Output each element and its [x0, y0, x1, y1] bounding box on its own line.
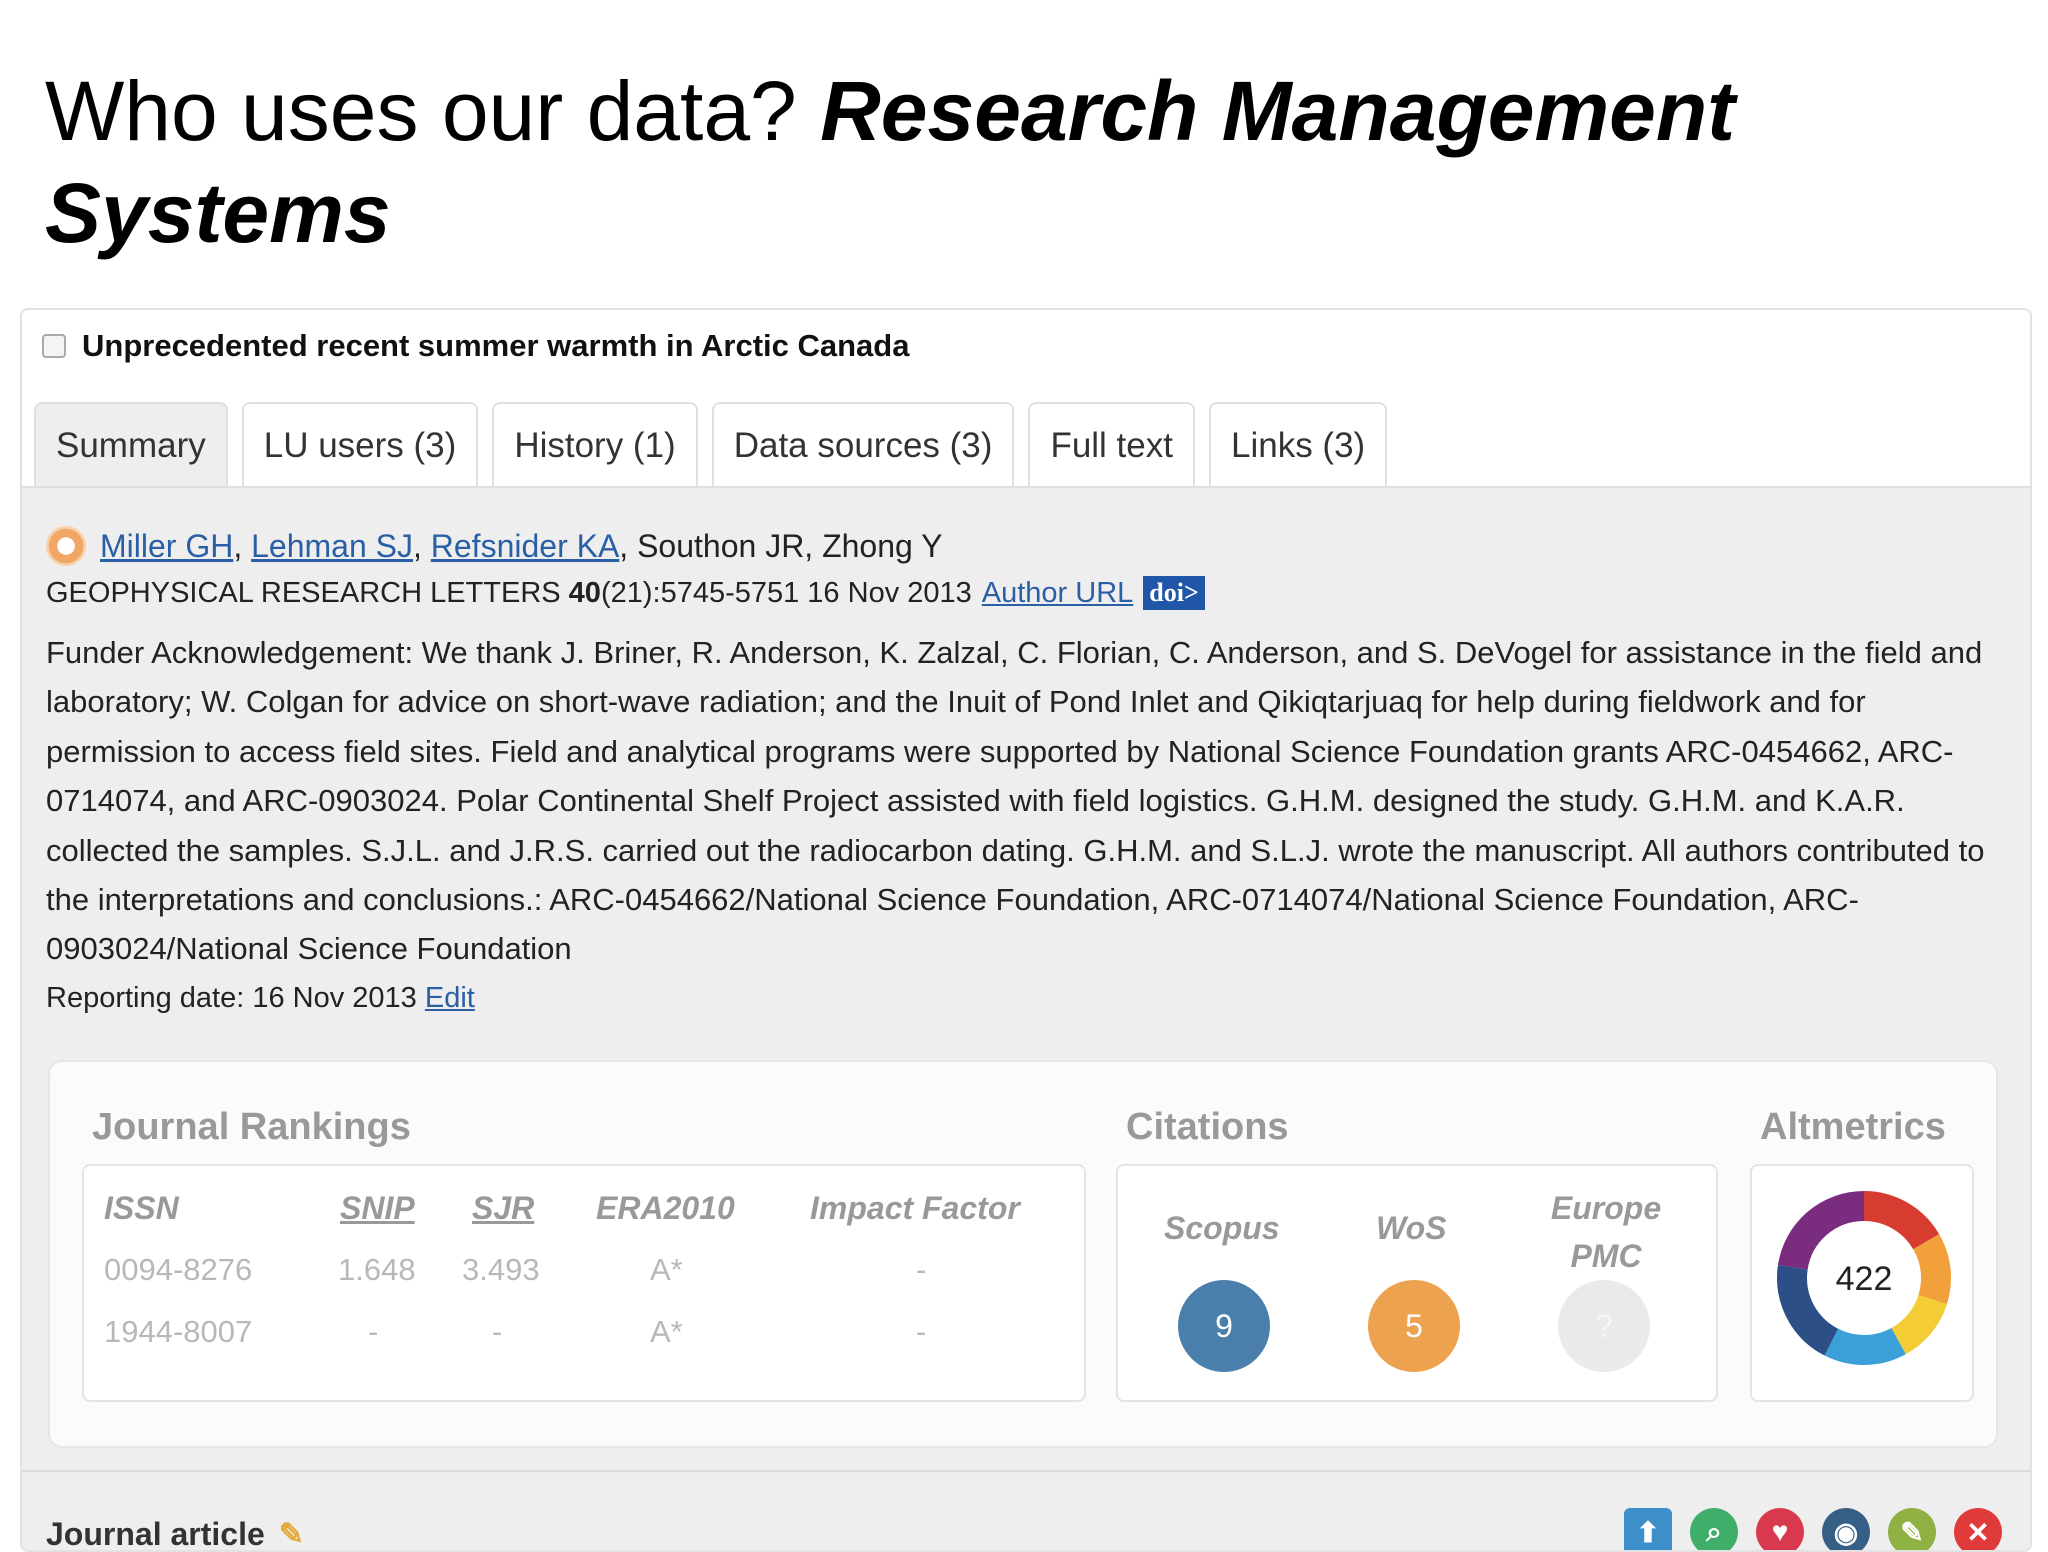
journal-rankings-title: Journal Rankings	[92, 1106, 411, 1148]
article-type: Journal article ✎	[46, 1516, 304, 1552]
funder-acknowledgement: Funder Acknowledgement: We thank J. Brin…	[46, 635, 1985, 967]
record-header: Unprecedented recent summer warmth in Ar…	[42, 328, 909, 364]
altmetric-donut-icon	[46, 526, 86, 566]
upload-icon[interactable]: ⬆	[1624, 1508, 1672, 1550]
table-cell: A*	[650, 1252, 683, 1287]
tab-summary[interactable]: Summary	[34, 402, 228, 488]
journal-volume: 40	[568, 576, 601, 609]
altmetrics-title: Altmetrics	[1760, 1106, 1946, 1148]
article-type-label: Journal article	[46, 1516, 265, 1552]
citation-line: GEOPHYSICAL RESEARCH LETTERS 40 (21):5745…	[46, 576, 1205, 610]
scopus-count-badge[interactable]: 9	[1178, 1280, 1270, 1372]
author-names: Southon JR, Zhong Y	[637, 527, 943, 564]
column-header-snip[interactable]: SNIP	[340, 1190, 415, 1227]
table-cell: -	[916, 1314, 927, 1349]
column-header-sjr[interactable]: SJR	[472, 1190, 534, 1227]
column-header-issn: ISSN	[104, 1190, 179, 1226]
wos-count-badge[interactable]: 5	[1368, 1280, 1460, 1372]
table-cell: A*	[650, 1314, 683, 1349]
table-cell: 3.493	[462, 1252, 540, 1287]
journal-issue-pages-date: (21):5745-5751 16 Nov 2013	[600, 576, 972, 609]
author-link[interactable]: Lehman SJ	[251, 528, 413, 565]
metrics-panel: Journal Rankings Citations Altmetrics IS…	[48, 1060, 1998, 1448]
edit-link[interactable]: Edit	[425, 982, 475, 1014]
slide-title: Who uses our data? Research Management S…	[45, 60, 1945, 264]
edit-pencil-icon[interactable]: ✎	[279, 1517, 304, 1550]
table-cell: 1.648	[338, 1252, 416, 1287]
author-url-link[interactable]: Author URL	[982, 577, 1134, 610]
europe-pmc-count-badge[interactable]: ?	[1558, 1280, 1650, 1372]
table-cell: 1944-8007	[104, 1314, 253, 1349]
author-link[interactable]: Miller GH	[100, 528, 233, 565]
tag-icon[interactable]: ✎	[1888, 1508, 1936, 1550]
tab-links[interactable]: Links (3)	[1208, 402, 1388, 488]
table-cell: -	[916, 1252, 927, 1287]
reporting-date-text: Reporting date: 16 Nov 2013	[46, 982, 417, 1014]
citation-source-europe-pmc: Europe PMC	[1550, 1190, 1662, 1274]
tab-history[interactable]: History (1)	[492, 402, 698, 488]
table-cell: -	[368, 1314, 379, 1349]
eye-icon[interactable]: ◉	[1822, 1508, 1870, 1550]
record-footer: Journal article ✎ ⬆ ⌕ ♥ ◉ ✎ ✕	[22, 1470, 2030, 1552]
summary-content: Miller GH, Lehman SJ, Refsnider KA, Sout…	[22, 486, 2030, 1552]
column-header-era2010: ERA2010	[596, 1190, 735, 1226]
tab-full-text[interactable]: Full text	[1028, 402, 1195, 488]
record-title: Unprecedented recent summer warmth in Ar…	[82, 328, 910, 363]
journal-rankings-table: ISSN SNIP SJR ERA2010 Impact Factor 0094…	[82, 1164, 1086, 1402]
altmetrics-box: 422	[1750, 1164, 1974, 1402]
journal-name: GEOPHYSICAL RESEARCH LETTERS	[46, 576, 561, 609]
select-checkbox[interactable]	[42, 334, 66, 358]
tab-data-sources[interactable]: Data sources (3)	[711, 402, 1015, 488]
search-icon[interactable]: ⌕	[1690, 1508, 1738, 1550]
altmetric-score: 422	[1836, 1260, 1893, 1298]
citations-title: Citations	[1126, 1106, 1289, 1148]
altmetric-donut-icon[interactable]: 422	[1774, 1188, 1954, 1368]
tab-bar: Summary LU users (3) History (1) Data so…	[34, 402, 1388, 488]
citations-box: Scopus WoS Europe PMC 9 5 ?	[1116, 1164, 1718, 1402]
heart-icon[interactable]: ♥	[1756, 1508, 1804, 1550]
author-list: Miller GH, Lehman SJ, Refsnider KA, Sout…	[46, 526, 942, 566]
reporting-date: Reporting date: 16 Nov 2013 Edit	[46, 982, 475, 1015]
column-header-impact-factor: Impact Factor	[810, 1190, 1020, 1226]
slide-title-plain: Who uses our data?	[45, 64, 821, 158]
table-cell: -	[492, 1314, 503, 1349]
author-link[interactable]: Refsnider KA	[431, 528, 620, 565]
record-panel: Unprecedented recent summer warmth in Ar…	[20, 308, 2032, 1552]
close-icon[interactable]: ✕	[1954, 1508, 2002, 1550]
citation-source-scopus: Scopus	[1164, 1210, 1280, 1246]
tab-lu-users[interactable]: LU users (3)	[241, 402, 479, 488]
table-cell: 0094-8276	[104, 1252, 253, 1287]
citation-source-wos: WoS	[1376, 1210, 1447, 1246]
doi-button[interactable]: doi>	[1143, 576, 1205, 610]
